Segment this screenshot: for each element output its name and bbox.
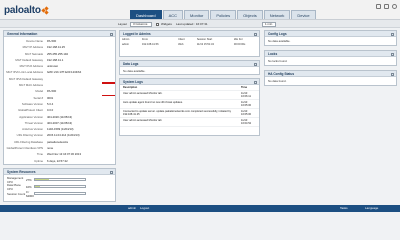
system-logs-list: User admin accessed Monitor tab. 11/13 16… [120, 91, 259, 127]
resource-key: Session Count [7, 191, 26, 196]
layout-select[interactable]: 3 Columns [130, 21, 152, 27]
widget-close-icon[interactable] [254, 62, 257, 66]
language-link[interactable]: Language [365, 205, 378, 212]
tab-monitor[interactable]: Monitor [184, 10, 210, 19]
status-footer: admin Logout Tasks Language [0, 205, 400, 212]
log-row: Auto update agent found no new dfn.threa… [120, 100, 259, 109]
tab-policies[interactable]: Policies [210, 10, 237, 19]
app-window: paloalto Dashboard ACC Monitor Policies Obje… [0, 0, 400, 212]
tab-acc[interactable]: ACC [162, 10, 184, 19]
general-info-list: Device Name PA-500 MGT IP Address 192.168.4… [4, 37, 115, 164]
widget-close-icon[interactable] [391, 32, 394, 36]
table-cell: Web [178, 43, 184, 46]
system-logs-widget: System Logs Description Time User admin … [119, 78, 260, 136]
table-cell: admin [122, 43, 130, 46]
resource-bar [34, 178, 86, 181]
logo-text: paloalto [4, 4, 41, 16]
log-time: 11/13 16:05:00 [241, 101, 252, 107]
refresh-select[interactable]: 1 min [262, 21, 276, 27]
header-actions [376, 4, 397, 9]
column-header-time: Time [241, 86, 248, 89]
logout-link[interactable]: Logout [140, 205, 149, 212]
widget-title: HA Config Status [265, 71, 396, 77]
table-row: admin 192.168.41.56 Web 11/13 15:51:34 00:00… [120, 42, 259, 47]
locks-message: No locks found. [268, 59, 288, 63]
widget-title: System Logs [120, 79, 259, 85]
general-info-widget: General Information Device Name PA-500 MGT… [3, 30, 116, 165]
table-cell: 00:00:00s [233, 43, 246, 46]
log-description: User admin accessed Monitor tab [123, 119, 162, 122]
ha-message: No data found. [268, 79, 287, 83]
log-time: 11/13 16:06:11 [241, 92, 251, 98]
widget-title: General Information [4, 31, 115, 37]
log-time: 11/13 16:05:00 [241, 110, 252, 116]
widget-close-icon[interactable] [254, 32, 257, 36]
log-row: User admin accessed Monitor tab 11/13 16:… [120, 118, 259, 127]
resource-bar [34, 192, 86, 195]
redaction-mark [102, 94, 115, 97]
log-time: 11/13 16:04:52 [241, 119, 252, 125]
widget-title: Logged In Admins [120, 31, 259, 37]
info-value: 6 days, 22:57:22 [47, 158, 68, 163]
resource-bar-fill [35, 186, 40, 187]
widget-title: Data Logs [120, 61, 259, 67]
widget-close-icon[interactable] [391, 72, 394, 76]
column-header-description: Description [123, 86, 138, 89]
resource-percent: 10% [26, 184, 32, 189]
ha-config-widget: HA Config Status No data found. [264, 70, 397, 86]
data-logs-widget: Data Logs No data available. [119, 60, 260, 75]
logged-in-admins-widget: Logged In Admins Admin From Client Session … [119, 30, 260, 57]
config-logs-message: No data available. [268, 39, 291, 43]
resource-percent: 0 / 64000 [26, 189, 34, 198]
resource-bar [34, 185, 86, 188]
tasks-link[interactable]: Tasks [340, 205, 348, 212]
save-icon[interactable] [384, 4, 389, 9]
resources-list: Management CPU 27% Data Plane CPU 10% Sessio… [4, 175, 115, 198]
resource-bar-fill [35, 179, 49, 180]
last-updated: Last updated : 16:07:31 [176, 22, 208, 26]
widgets-checkbox-icon[interactable] [156, 22, 159, 26]
info-key: Uptime [34, 158, 43, 163]
redaction-mark [102, 82, 115, 84]
log-description: Connected to update server. update.paloa… [123, 110, 232, 116]
commit-icon[interactable] [376, 4, 381, 9]
info-row: Uptime 6 days, 22:57:22 [4, 158, 115, 164]
widget-title: System Resources [4, 169, 115, 175]
log-description: Auto update agent found no new dfn.threa… [123, 101, 183, 104]
widget-title: Locks [265, 51, 396, 57]
dashboard-toolbar: Layout 3 Columns Widgets Last updated : … [0, 20, 400, 28]
resource-key: Data Plane CPU [7, 182, 21, 191]
tab-objects[interactable]: Objects [237, 10, 263, 19]
admins-table: Admin From Client Session Start Idle For adm… [120, 37, 259, 47]
resource-row: Session Count 0 / 64000 [4, 189, 115, 198]
tab-dashboard[interactable]: Dashboard [130, 10, 162, 19]
widgets-label[interactable]: Widgets [161, 20, 172, 28]
log-row: User admin accessed Monitor tab. 11/13 16… [120, 91, 259, 100]
main-nav: Dashboard ACC Monitor Policies Objects Networ… [130, 10, 317, 19]
layout-label: Layout [118, 22, 128, 26]
brand-logo: paloalto [4, 4, 49, 16]
config-logs-widget: Config Logs No data available. [264, 30, 397, 46]
tab-network[interactable]: Network [263, 10, 291, 19]
resource-percent: 27% [26, 177, 32, 182]
tab-device[interactable]: Device [291, 10, 316, 19]
footer-user: admin [128, 206, 137, 210]
widget-title: Config Logs [265, 31, 396, 37]
logo-mark-icon [41, 5, 49, 15]
table-cell: 192.168.41.56 [141, 43, 159, 46]
widget-close-icon[interactable] [110, 32, 113, 36]
widget-close-icon[interactable] [110, 170, 113, 174]
log-row: Connected to update server. update.paloa… [120, 109, 259, 118]
widget-close-icon[interactable] [254, 80, 257, 84]
search-icon[interactable] [392, 4, 397, 9]
top-header: paloalto Dashboard ACC Monitor Policies Obje… [0, 0, 400, 20]
log-description: User admin accessed Monitor tab. [123, 92, 163, 95]
locks-widget: Locks No locks found. [264, 50, 397, 66]
table-cell: 11/13 15:51:34 [196, 43, 214, 46]
system-resources-widget: System Resources Management CPU 27% Data P… [3, 168, 116, 202]
resource-row: Data Plane CPU 10% [4, 182, 115, 191]
widget-close-icon[interactable] [391, 52, 394, 56]
data-logs-message: No data available. [123, 69, 146, 73]
